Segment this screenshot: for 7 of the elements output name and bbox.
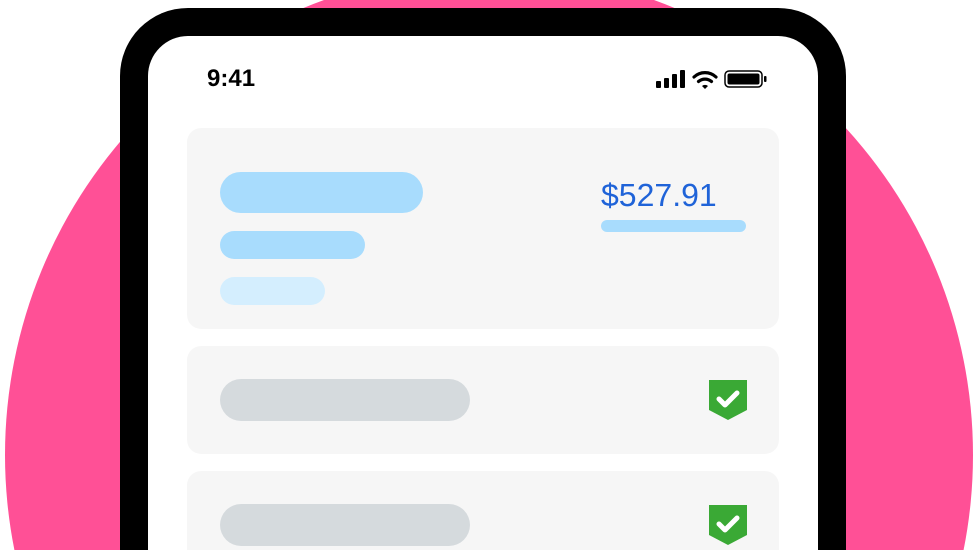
signal-icon: [656, 70, 686, 88]
battery-icon: [724, 70, 767, 88]
amount-text: $527.91: [601, 176, 717, 214]
wifi-icon: [692, 70, 718, 88]
status-time: 9:41: [207, 64, 256, 94]
shield-check-icon: [709, 380, 747, 420]
shield-check-icon: [709, 505, 747, 545]
